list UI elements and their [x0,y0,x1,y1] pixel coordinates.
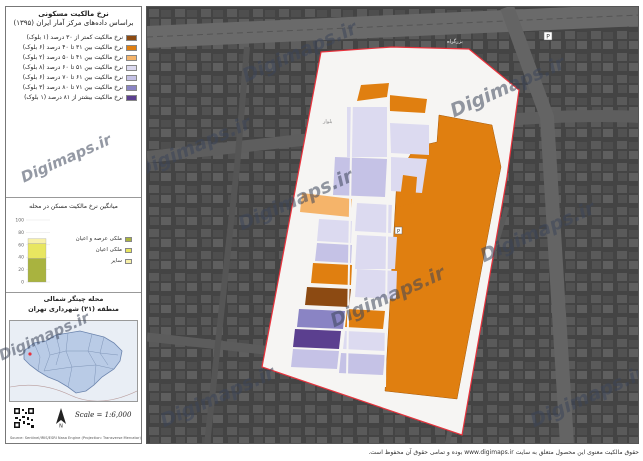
street-label: بلوار [322,119,332,125]
legend-title-line1: نرخ مالکیت مسکونی [38,10,109,18]
divider [6,197,141,198]
district-name: منطقه (۲۱) شهرداری تهران [28,305,119,313]
legend-item: نرخ مالکیت بین ۷۱ تا ۸۰ درصد (۳ بلوک) [8,83,139,93]
legend-label: نرخ مالکیت بین ۳۱ تا ۴۰ درصد (۶ بلوک) [22,44,123,51]
legend-label: نرخ مالکیت بین ۶۱ تا ۷۰ درصد (۶ بلوک) [22,74,123,81]
block [345,309,385,329]
chart-title: میانگین نرخ مالکیت مسکن در محله [29,203,118,210]
legend-swatch [126,65,137,71]
map-footer-tools: N Scale = 1:6,000 Source: Sentinel/IRIS/… [9,405,141,443]
ownership-chart: 0 20 40 60 80 100 ملکی عرصه و اعیان ملکی اعیان… [10,212,138,287]
svg-text:P: P [546,34,550,41]
y-tick-label: 100 [15,218,24,224]
svg-text:P: P [397,229,400,235]
legend-list: نرخ مالکیت کمتر از ۳۰ درصد (۱ بلوک) نرخ م… [8,33,139,103]
legend-label: نرخ مالکیت بین ۴۱ تا ۵۰ درصد (۲ بلوک) [22,54,123,61]
legend-label: نرخ مالکیت کمتر از ۳۰ درصد (۱ بلوک) [26,34,123,41]
scale-label: Scale = 1:6,000 [75,411,132,419]
chart-legend-label: سایر [111,258,122,264]
block [317,219,352,243]
y-tick-label: 0 [21,280,24,286]
neighborhood-locator-point [28,352,32,356]
map-sidebar: نرخ مالکیت مسکونی براساس داده‌های مرکز آ… [5,6,142,444]
legend-label: نرخ مالکیت بین ۵۱ تا ۶۰ درصد (۸ بلوک) [22,64,123,71]
chart-legend-item: ملکی اعیان [68,245,132,256]
block [355,269,397,299]
satellite-map[interactable]: بزرگراه بلوار P P Digimaps.ir Digimaps.i… [146,6,639,444]
bar-segment-0 [27,258,47,283]
block [390,123,429,155]
block [297,309,345,329]
block [355,235,397,269]
legend-item: نرخ مالکیت بین ۶۱ تا ۷۰ درصد (۶ بلوک) [8,73,139,83]
y-tick-label: 80 [18,230,24,236]
chart-legend-swatch [125,237,132,242]
legend-item: نرخ مالکیت بین ۳۱ تا ۴۰ درصد (۶ بلوک) [8,43,139,53]
legend-item: نرخ مالکیت کمتر از ۳۰ درصد (۱ بلوک) [8,33,139,43]
neighborhood-name: محله چیتگر شمالی [43,295,104,303]
legend-swatch [126,85,137,91]
legend-swatch [126,95,137,101]
legend-swatch [126,35,137,41]
bar-segment-2 [27,238,47,244]
block [339,353,385,375]
divider [6,292,141,293]
block [291,349,339,369]
block [311,263,352,285]
block [315,243,352,263]
legend-item: نرخ مالکیت بین ۴۱ تا ۵۰ درصد (۲ بلوک) [8,53,139,63]
svg-text:N: N [59,424,63,429]
block [347,107,387,157]
tehran-districts-svg [9,330,138,402]
legend-swatch [126,75,137,81]
legend-swatch [126,45,137,51]
legend-item: نرخ مالکیت بیشتر از ۸۱ درصد (۱ بلوک) [8,93,139,103]
block [343,331,387,351]
qr-code-icon [13,407,35,429]
street-label: بزرگراه [447,38,463,45]
legend-swatch [126,55,137,61]
legend-label: نرخ مالکیت بیشتر از ۸۱ درصد (۱ بلوک) [24,94,123,101]
chart-legend-item: سایر [68,256,132,267]
block [293,329,341,349]
y-tick-label: 60 [18,242,24,248]
source-credits: Source: Sentinel/IRIS/ESRI Nasa Engine (… [10,436,141,440]
legend-title: نرخ مالکیت مسکونی براساس داده‌های مرکز آ… [9,10,138,28]
map-canvas: بزرگراه بلوار P P [147,7,638,443]
map-sheet: نرخ مالکیت مسکونی براساس داده‌های مرکز آ… [0,0,643,461]
chart-legend-label: ملکی عرصه و اعیان [75,236,122,242]
chart-legend: ملکی عرصه و اعیان ملکی اعیان سایر [68,234,132,267]
chart-legend-label: ملکی اعیان [95,247,122,253]
tehran-inset-map [9,320,138,402]
bar-segment-1 [27,243,47,259]
y-tick-label: 40 [18,255,24,261]
y-tick-label: 20 [18,267,24,273]
legend-title-line2: براساس داده‌های مرکز آمار ایران (۱۳۹۵) [13,19,134,27]
chart-legend-swatch [125,259,132,264]
copyright-footer: حقوق مالکیت معنوی این محصول متعلق به سای… [368,449,639,456]
chart-legend-item: ملکی عرصه و اعیان [68,234,132,245]
legend-label: نرخ مالکیت بین ۷۱ تا ۸۰ درصد (۳ بلوک) [22,84,123,91]
block [333,157,387,197]
block [305,287,351,307]
north-arrow-icon: N [56,408,66,429]
chart-legend-swatch [125,248,132,253]
legend-item: نرخ مالکیت بین ۵۱ تا ۶۰ درصد (۸ بلوک) [8,63,139,73]
